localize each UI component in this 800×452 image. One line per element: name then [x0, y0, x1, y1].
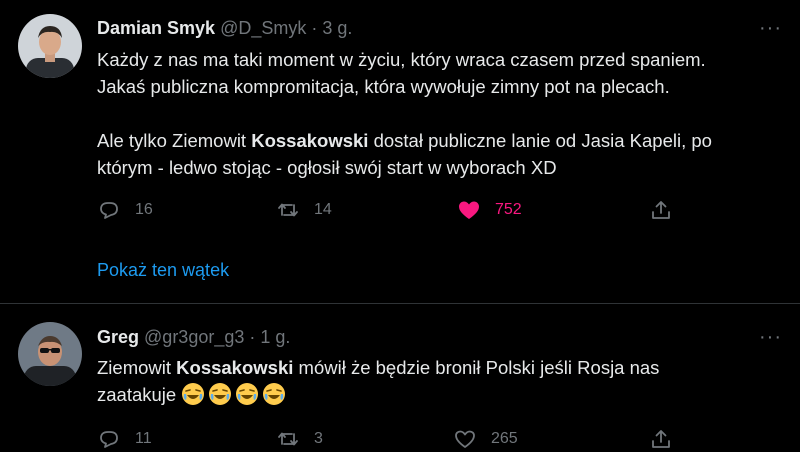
like-button[interactable]: 752 [457, 197, 522, 223]
retweet-count: 14 [314, 201, 332, 218]
retweet-icon [278, 432, 298, 446]
tweet-actions: 11 3 265 [97, 426, 687, 452]
tweet-text-line: Każdy z nas ma taki moment w życiu, któr… [97, 49, 706, 70]
heart-filled-icon [459, 201, 479, 219]
tweet-actions: 16 14 752 [97, 197, 687, 223]
reply-icon [100, 202, 118, 219]
reply-button[interactable]: 16 [97, 197, 153, 223]
tweet-text-line: Jakaś publiczna kompromitacja, która wyw… [97, 76, 670, 97]
heart-outline-icon [455, 430, 475, 448]
avatar-image-icon [18, 322, 82, 386]
tweet-text: Każdy z nas ma taki moment w życiu, któr… [97, 46, 777, 181]
retweet-button[interactable]: 3 [276, 426, 323, 452]
like-button[interactable]: 265 [453, 426, 518, 452]
retweet-button[interactable]: 14 [276, 197, 332, 223]
timestamp[interactable]: 1 g. [260, 327, 290, 347]
tweet-header: Damian Smyk @D_Smyk · 3 g. [97, 17, 352, 39]
retweet-icon [278, 203, 298, 217]
like-count: 265 [491, 430, 518, 447]
reply-button[interactable]: 11 [97, 426, 152, 452]
more-options-button[interactable]: ··· [759, 18, 782, 38]
author-name[interactable]: Damian Smyk [97, 18, 215, 38]
text-span: Ale tylko Ziemowit [97, 130, 252, 151]
separator-dot: · [249, 327, 256, 347]
avatar[interactable] [18, 322, 82, 386]
share-button[interactable] [649, 197, 673, 223]
tweet-text-line: zaatakuje [97, 381, 777, 408]
retweet-count: 3 [314, 430, 323, 447]
text-span: Ziemowit [97, 357, 177, 378]
like-count: 752 [495, 201, 522, 218]
author-name[interactable]: Greg [97, 327, 139, 347]
tweet-header: Greg @gr3gor_g3 · 1 g. [97, 326, 290, 348]
text-span: zaatakuje [97, 384, 177, 405]
laughing-emoji-icon [262, 382, 286, 406]
share-button[interactable] [649, 426, 673, 452]
bold-text: Kossakowski [251, 130, 369, 151]
tweet-text: Ziemowit Kossakowski mówił że będzie bro… [97, 354, 777, 408]
avatar-image-icon [18, 14, 82, 78]
text-span: dostał publiczne lanie od Jasia Kapeli, … [368, 130, 712, 151]
tweet-text-line: którym - ledwo stojąc - ogłosił swój sta… [97, 157, 557, 178]
separator-dot: · [311, 18, 318, 38]
author-handle[interactable]: @D_Smyk [220, 18, 306, 38]
bold-text: Kossakowski [176, 357, 294, 378]
share-icon [652, 201, 670, 219]
laughing-emoji-icon [235, 382, 259, 406]
author-handle[interactable]: @gr3gor_g3 [144, 327, 244, 347]
avatar[interactable] [18, 14, 82, 78]
tweet-text-line: Ziemowit Kossakowski mówił że będzie bro… [97, 354, 777, 381]
laughing-emoji-icon [181, 382, 205, 406]
tweet-2[interactable]: Greg @gr3gor_g3 · 1 g. ··· Ziemowit Koss… [0, 304, 800, 448]
tweet-text-line: Ale tylko Ziemowit Kossakowski dostał pu… [97, 127, 777, 154]
timestamp[interactable]: 3 g. [322, 18, 352, 38]
show-thread-link[interactable]: Pokaż ten wątek [97, 260, 229, 281]
reply-icon [100, 431, 118, 448]
share-icon [652, 430, 670, 448]
text-span: mówił że będzie bronił Polski jeśli Rosj… [293, 357, 660, 378]
laughing-emoji-icon [208, 382, 232, 406]
reply-count: 11 [135, 430, 152, 447]
more-options-button[interactable]: ··· [759, 327, 782, 347]
reply-count: 16 [135, 201, 153, 218]
tweet-1[interactable]: Damian Smyk @D_Smyk · 3 g. ··· Każdy z n… [0, 0, 800, 304]
